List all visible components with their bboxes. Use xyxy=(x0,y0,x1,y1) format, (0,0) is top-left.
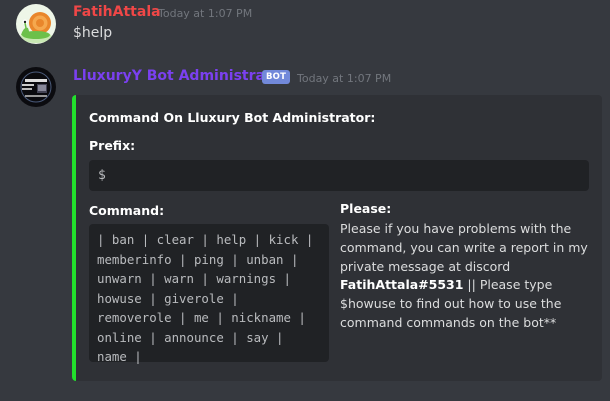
please-field-value: Please if you have problems with the com… xyxy=(340,220,590,333)
command-field-name: Command: xyxy=(89,203,165,218)
prefix-code-block: $ xyxy=(89,160,589,191)
discord-tag: FatihAttala#5531 xyxy=(340,277,464,293)
command-line: howuse | giverole | xyxy=(97,290,239,306)
command-line: name | xyxy=(97,349,142,364)
please-line: Please if you have problems with the xyxy=(340,221,572,236)
message-user: FatihAttala Today at 1:07 PM $help xyxy=(0,0,610,60)
username[interactable]: FatihAttala xyxy=(73,4,161,20)
command-code-block: | ban | clear | help | kick | memberinfo… xyxy=(89,224,329,364)
bot-username[interactable]: LluxuryY Bot Administrator xyxy=(73,68,288,84)
message-content: $help xyxy=(73,25,113,41)
user-avatar[interactable] xyxy=(16,4,56,44)
please-line: $howuse to find out how to use the xyxy=(340,296,562,312)
message-timestamp: Today at 1:07 PM xyxy=(158,7,253,20)
please-line-rest: || Please type xyxy=(463,277,553,293)
command-line: removerole | me | nickname | xyxy=(97,310,306,325)
embed-title: Command On Lluxury Bot Administrator: xyxy=(89,110,376,125)
command-line: unwarn | warn | warnings | xyxy=(97,271,291,286)
please-line: command, you can write a report in my xyxy=(340,239,588,255)
please-line: command commands on the bot** xyxy=(340,314,557,330)
please-field-name: Please: xyxy=(340,201,392,216)
message-timestamp: Today at 1:07 PM xyxy=(297,72,392,85)
command-line: | ban | clear | help | kick | xyxy=(97,232,314,247)
snail-avatar-icon xyxy=(16,4,56,44)
please-line: private message at discord xyxy=(340,258,511,274)
bot-avatar[interactable] xyxy=(16,67,56,107)
please-line: FatihAttala#5531 || Please type xyxy=(340,276,590,295)
command-line: memberinfo | ping | unban | xyxy=(97,251,299,267)
bot-logo-avatar-icon xyxy=(16,67,56,107)
embed: Command On Lluxury Bot Administrator: Pr… xyxy=(72,95,602,381)
command-line: online | announce | say | xyxy=(97,329,284,345)
bot-tag-badge: BOT xyxy=(262,70,291,84)
prefix-field-name: Prefix: xyxy=(89,138,136,153)
